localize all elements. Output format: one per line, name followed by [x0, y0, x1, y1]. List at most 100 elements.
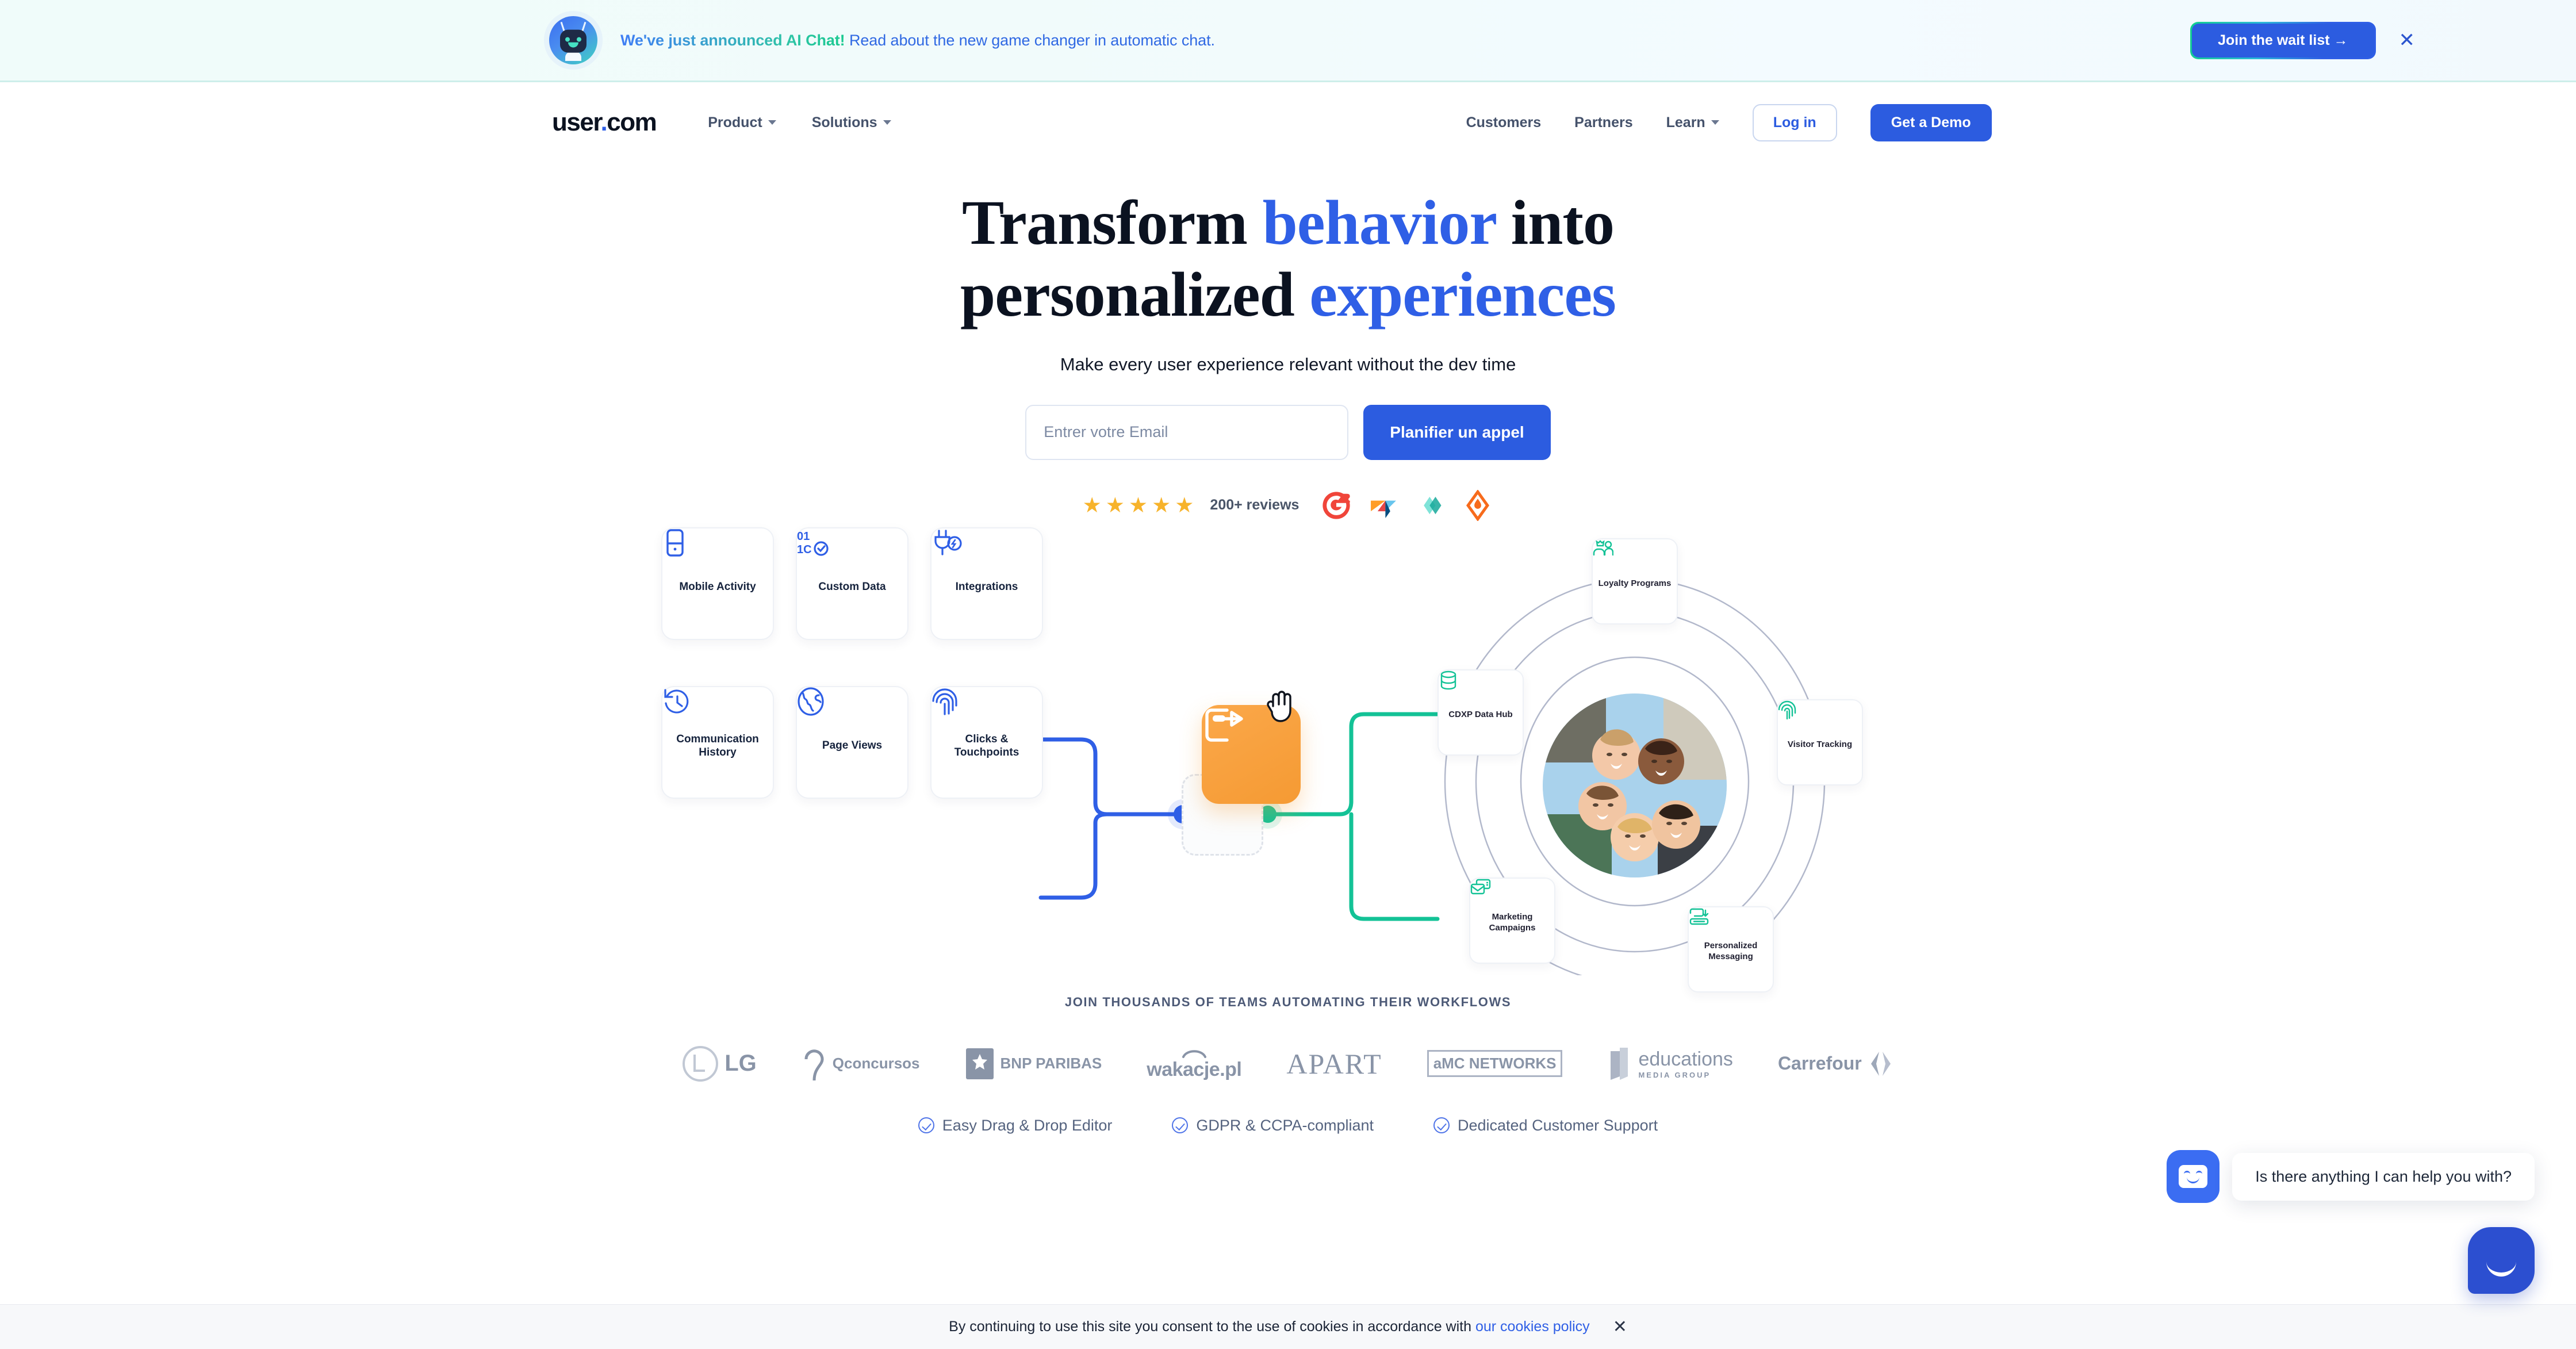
diagram-card-marketing-campaigns[interactable]: Marketing Campaigns	[1469, 877, 1555, 964]
diagram-card-label: CDXP Data Hub	[1448, 709, 1513, 719]
logo-label: aMC NETWORKS	[1427, 1050, 1563, 1078]
grab-hand-cursor	[1267, 691, 1291, 722]
capterra-badge-icon[interactable]	[1368, 490, 1399, 521]
nav-item-product-label: Product	[708, 114, 762, 131]
announcement-text: We've just announced AI Chat! Read about…	[620, 32, 1215, 49]
carrefour-mark-icon	[1870, 1051, 1891, 1076]
diagram-card-custom-data[interactable]: 01 1C Custom Data	[796, 527, 908, 640]
check-circle-icon	[1433, 1117, 1450, 1134]
close-icon[interactable]: ✕	[1613, 1318, 1627, 1336]
site-logo[interactable]: user.com	[552, 108, 657, 137]
diagram-card-label: Personalized Messaging	[1704, 941, 1758, 961]
qconcursos-mark-icon	[804, 1049, 824, 1080]
chat-smile-icon	[2486, 1262, 2516, 1277]
hero-title-line2a: personalized	[960, 259, 1310, 330]
hero-title-line1a: Transform	[961, 187, 1263, 258]
chevron-down-icon	[1711, 120, 1719, 125]
nav-item-solutions[interactable]: Solutions	[812, 114, 891, 131]
logo-text-main: user	[552, 108, 601, 136]
feature-label: GDPR & CCPA-compliant	[1196, 1116, 1374, 1134]
diagram-card-cdxp-data-hub[interactable]: CDXP Data Hub	[1438, 669, 1524, 756]
smiley-avatar-icon	[2167, 1150, 2220, 1203]
diagram-card-integrations[interactable]: Integrations	[930, 527, 1043, 640]
logo-qconcursos: Qconcursos	[802, 1045, 920, 1082]
star-icon: ★	[1128, 493, 1148, 518]
logo-label: educations	[1638, 1048, 1733, 1070]
svg-text:1C: 1C	[797, 543, 812, 556]
chat-launcher-button[interactable]	[2468, 1227, 2535, 1294]
chevron-down-icon	[768, 120, 776, 125]
cookie-message: By continuing to use this site you conse…	[949, 1319, 1475, 1335]
diagram-card-communication-history[interactable]: Communication History	[661, 685, 774, 799]
get-a-demo-button[interactable]: Get a Demo	[1870, 104, 1992, 141]
main-navigation: user.com Product Solutions Customers Par…	[0, 82, 2576, 163]
logo-dot: .	[600, 108, 608, 136]
diagram-card-label: Communication History	[676, 733, 759, 758]
logo-label: wakacje.pl	[1147, 1059, 1242, 1081]
feature-highlights-bar: Easy Drag & Drop Editor GDPR & CCPA-comp…	[0, 1117, 2576, 1135]
logo-text-tld: com	[607, 108, 657, 136]
logo-sublabel: MEDIA GROUP	[1638, 1070, 1711, 1079]
nav-item-learn-label: Learn	[1666, 114, 1705, 131]
diagram-card-label: Loyalty Programs	[1598, 578, 1672, 588]
nav-item-customers[interactable]: Customers	[1466, 114, 1542, 131]
join-wait-list-button[interactable]: Join the wait list →	[2190, 21, 2376, 59]
diagram-card-label: Integrations	[955, 581, 1018, 593]
nav-item-partners[interactable]: Partners	[1574, 114, 1632, 131]
software-advice-badge-icon[interactable]	[1462, 489, 1493, 521]
nav-item-product[interactable]: Product	[708, 114, 776, 131]
g2-badge-icon[interactable]	[1321, 490, 1352, 521]
hero-title-highlight2: experiences	[1309, 259, 1616, 330]
diagram-card-personalized-messaging[interactable]: Personalized Messaging	[1688, 906, 1774, 992]
logo-apart: APART	[1286, 1047, 1382, 1080]
diagram-card-label: Page Views	[822, 739, 883, 752]
schedule-call-button[interactable]: Planifier un appel	[1363, 404, 1551, 460]
nav-item-learn[interactable]: Learn	[1666, 114, 1719, 131]
group-of-people-photo	[1543, 693, 1727, 877]
educations-mark-icon	[1611, 1047, 1628, 1080]
nav-item-solutions-label: Solutions	[811, 114, 877, 131]
diagram-card-mobile-activity[interactable]: Mobile Activity	[661, 527, 774, 640]
diagram-card-label: Clicks & Touchpoints	[954, 733, 1019, 758]
hero-section: Transform behavior into personalized exp…	[0, 163, 2576, 521]
close-icon[interactable]: ✕	[2399, 30, 2416, 50]
diagram-card-clicks-touchpoints[interactable]: Clicks & Touchpoints	[930, 685, 1043, 799]
hero-title-highlight1: behavior	[1262, 187, 1497, 258]
diagram-card-page-views[interactable]: Page Views	[796, 685, 908, 799]
logo-amc-networks: aMC NETWORKS	[1427, 1050, 1563, 1078]
review-badges	[1321, 489, 1493, 521]
social-proof-section: JOIN THOUSANDS OF TEAMS AUTOMATING THEIR…	[0, 995, 2576, 1082]
hero-subtitle: Make every user experience relevant with…	[1060, 354, 1516, 374]
logo-educations-media-group: educations MEDIA GROUP	[1607, 1047, 1733, 1081]
cookies-policy-link[interactable]: our cookies policy	[1475, 1319, 1590, 1335]
getapp-badge-icon[interactable]	[1415, 490, 1446, 521]
cookie-text: By continuing to use this site you conse…	[949, 1319, 1590, 1335]
login-button[interactable]: Log in	[1752, 104, 1837, 141]
chevron-down-icon	[883, 120, 891, 125]
logo-label: BNP PARIBAS	[1000, 1055, 1102, 1072]
star-icon: ★	[1152, 493, 1171, 518]
logo-label: Carrefour	[1777, 1053, 1862, 1074]
email-field[interactable]	[1025, 404, 1349, 460]
logo-lg: LG	[682, 1045, 757, 1082]
chat-message-row: Is there anything I can help you with?	[2167, 1150, 2535, 1203]
diagram-card-loyalty-programs[interactable]: Loyalty Programs	[1592, 538, 1678, 624]
star-icon: ★	[1105, 493, 1125, 518]
nav-item-partners-label: Partners	[1574, 114, 1633, 131]
wakacje-arc-icon	[1182, 1050, 1206, 1059]
reviews-row: ★ ★ ★ ★ ★ 200+ reviews	[0, 489, 2576, 521]
product-flow-diagram: Mobile Activity 01 1C Custom Data Integr…	[0, 527, 2576, 992]
check-circle-icon	[918, 1117, 934, 1134]
robot-avatar-icon	[549, 16, 597, 64]
page-title: Transform behavior into personalized exp…	[0, 187, 2576, 331]
hero-signup-form: Planifier un appel	[0, 404, 2576, 460]
feature-label: Easy Drag & Drop Editor	[942, 1116, 1113, 1134]
announcement-bar: We've just announced AI Chat! Read about…	[0, 0, 2576, 82]
diagram-card-visitor-tracking[interactable]: Visitor Tracking	[1777, 699, 1863, 785]
star-icon: ★	[1175, 493, 1194, 518]
feature-item-gdpr: GDPR & CCPA-compliant	[1172, 1117, 1374, 1135]
chat-message-bubble[interactable]: Is there anything I can help you with?	[2232, 1152, 2535, 1201]
feature-label: Dedicated Customer Support	[1458, 1116, 1658, 1134]
diagram-card-label: Mobile Activity	[679, 581, 756, 593]
logo-bnp-paribas: BNP PARIBAS	[965, 1047, 1102, 1080]
